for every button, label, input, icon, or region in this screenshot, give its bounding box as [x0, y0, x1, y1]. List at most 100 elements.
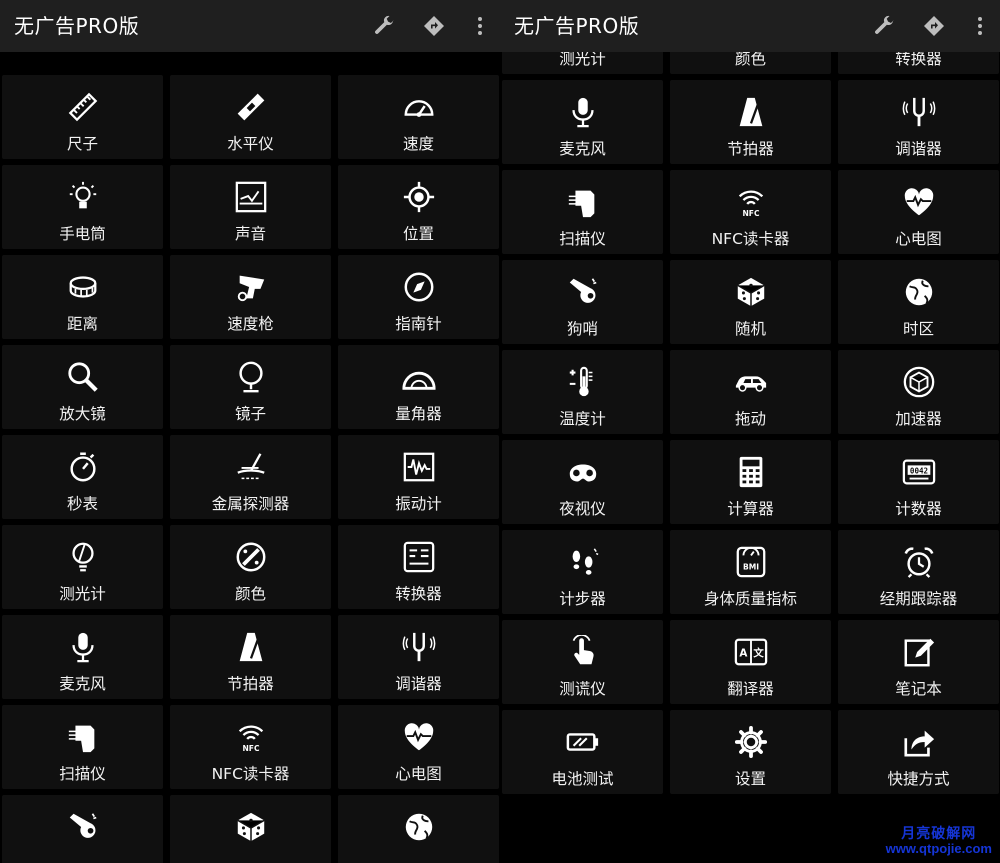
tool-tile[interactable]: [170, 795, 331, 863]
tool-tile[interactable]: 距离: [2, 255, 163, 339]
tool-label: 节拍器: [227, 675, 274, 693]
tool-tile[interactable]: 计步器: [502, 530, 663, 614]
app-title: 无广告PRO版: [514, 14, 640, 38]
tool-tile[interactable]: 声音: [170, 165, 331, 249]
tuning-fork-icon: [901, 94, 937, 130]
compass-icon: [401, 269, 437, 305]
tool-tile[interactable]: 手电筒: [2, 165, 163, 249]
tool-tile[interactable]: 笔记本: [838, 620, 999, 704]
tool-tile[interactable]: A 文翻译器: [670, 620, 831, 704]
tool-tile[interactable]: 时区: [838, 260, 999, 344]
tool-tile[interactable]: 扫描仪: [2, 705, 163, 789]
tool-tile[interactable]: 节拍器: [170, 615, 331, 699]
tape-measure-icon: [65, 269, 101, 305]
tool-label: 位置: [402, 225, 434, 243]
svg-text:文: 文: [752, 647, 764, 660]
directions-icon[interactable]: [920, 12, 948, 40]
tool-label: 尺子: [66, 135, 98, 153]
right-screen: 测光计 颜色 转换器 麦克风 节拍器 调谐器 扫描仪 NFC NFC读卡器 心电图 狗哨 随机 时区 温度…: [500, 0, 1000, 863]
tool-label: 拖动: [734, 410, 766, 428]
bulb-icon: [65, 179, 101, 215]
tool-tile[interactable]: 0042 计数器: [838, 440, 999, 524]
tool-label: 速度: [402, 135, 434, 153]
app-bar: 无广告PRO版: [0, 0, 500, 52]
gps-icon: [401, 179, 437, 215]
tool-tile[interactable]: 位置: [338, 165, 499, 249]
tool-tile[interactable]: 加速器: [838, 350, 999, 434]
tool-tile[interactable]: 速度枪: [170, 255, 331, 339]
tool-tile[interactable]: 振动计: [338, 435, 499, 519]
tool-tile[interactable]: 量角器: [338, 345, 499, 429]
ruler-icon: [65, 89, 101, 125]
tool-label: NFC读卡器: [711, 230, 790, 248]
more-vert-icon[interactable]: [966, 12, 994, 40]
nfc-icon: NFC: [733, 184, 769, 220]
tool-label: 量角器: [395, 405, 442, 423]
tool-tile[interactable]: BMI 身体质量指标: [670, 530, 831, 614]
tool-tile[interactable]: 狗哨: [502, 260, 663, 344]
tool-tile[interactable]: 水平仪: [170, 75, 331, 159]
tool-label: 金属探测器: [211, 495, 290, 513]
wrench-icon[interactable]: [370, 12, 398, 40]
tool-tile[interactable]: 麦克风: [2, 615, 163, 699]
tool-tile[interactable]: 转换器: [338, 525, 499, 609]
tool-tile[interactable]: 经期跟踪器: [838, 530, 999, 614]
tool-tile[interactable]: 测谎仪: [502, 620, 663, 704]
tool-tile[interactable]: 心电图: [838, 170, 999, 254]
tool-label: 距离: [66, 315, 98, 333]
wrench-icon[interactable]: [870, 12, 898, 40]
tool-tile[interactable]: 调谐器: [838, 80, 999, 164]
tool-tile[interactable]: 设置: [670, 710, 831, 794]
tool-label: 调谐器: [895, 140, 942, 158]
tool-tile[interactable]: [338, 795, 499, 863]
tool-label: 计步器: [559, 590, 606, 608]
tool-tile[interactable]: 心电图: [338, 705, 499, 789]
tool-tile[interactable]: NFC NFC读卡器: [670, 170, 831, 254]
tool-label: 心电图: [395, 765, 442, 783]
tool-tile[interactable]: 扫描仪: [502, 170, 663, 254]
tool-label: 指南针: [395, 315, 442, 333]
mirror-icon: [233, 359, 269, 395]
more-vert-icon[interactable]: [466, 12, 494, 40]
tool-tile[interactable]: 温度计: [502, 350, 663, 434]
tool-tile[interactable]: 放大镜: [2, 345, 163, 429]
tool-tile[interactable]: 金属探测器: [170, 435, 331, 519]
tool-tile[interactable]: 节拍器: [670, 80, 831, 164]
tool-tile[interactable]: 计算器: [670, 440, 831, 524]
tool-tile[interactable]: 颜色: [170, 525, 331, 609]
svg-text:0042: 0042: [909, 466, 927, 475]
directions-icon[interactable]: [420, 12, 448, 40]
light-meter-icon: [65, 539, 101, 575]
tool-tile[interactable]: 尺子: [2, 75, 163, 159]
battery-icon: [565, 724, 601, 760]
tool-tile[interactable]: 指南针: [338, 255, 499, 339]
tool-tile[interactable]: 随机: [670, 260, 831, 344]
tool-tile[interactable]: 调谐器: [338, 615, 499, 699]
tool-label: 振动计: [395, 495, 442, 513]
counter-icon: 0042: [901, 454, 937, 490]
level-icon: [233, 89, 269, 125]
tool-tile[interactable]: 麦克风: [502, 80, 663, 164]
whistle-icon: [565, 274, 601, 310]
tool-tile[interactable]: NFC NFC读卡器: [170, 705, 331, 789]
tool-label: 夜视仪: [559, 500, 606, 518]
finger-touch-icon: [565, 634, 601, 670]
microphone-icon: [565, 94, 601, 130]
tool-label: 电池测试: [551, 770, 614, 788]
tool-label: 手电筒: [59, 225, 106, 243]
tool-tile[interactable]: [2, 795, 163, 863]
tuning-fork-icon: [401, 629, 437, 665]
tool-tile[interactable]: 秒表: [2, 435, 163, 519]
tool-tile[interactable]: 电池测试: [502, 710, 663, 794]
tool-tile[interactable]: 拖动: [670, 350, 831, 434]
tool-tile[interactable]: 夜视仪: [502, 440, 663, 524]
svg-text:A: A: [739, 648, 747, 660]
tool-tile[interactable]: 速度: [338, 75, 499, 159]
tool-tile[interactable]: 镜子: [170, 345, 331, 429]
notebook-icon: [901, 634, 937, 670]
tool-tile[interactable]: 测光计: [2, 525, 163, 609]
svg-text:NFC: NFC: [242, 744, 259, 753]
tool-tile[interactable]: 快捷方式: [838, 710, 999, 794]
left-screen: 无广告PRO版 尺子 水平仪 速度手电筒 声音 位置距离 速度枪 指南针放大镜 镜子 量角器秒表…: [0, 0, 500, 863]
tool-label: 狗哨: [566, 320, 598, 338]
